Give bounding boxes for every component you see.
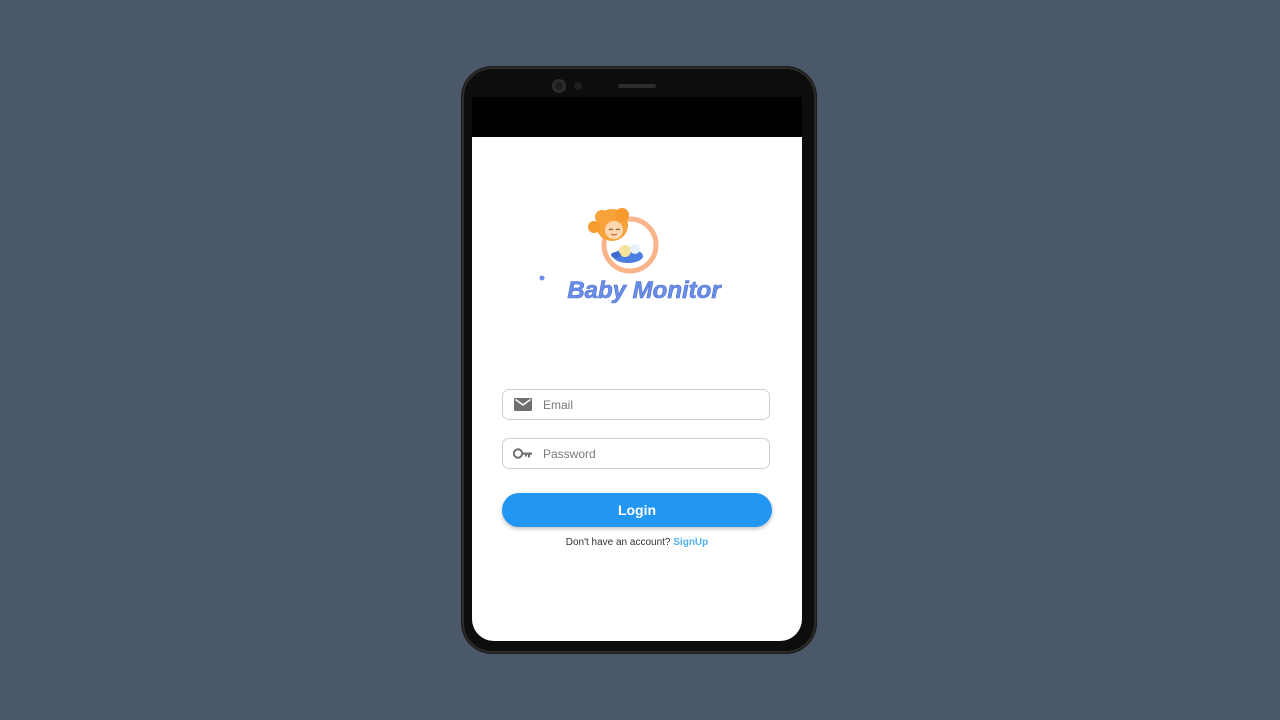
status-bar — [472, 97, 802, 137]
signup-prompt-text: Don't have an account? — [565, 537, 671, 548]
email-field[interactable] — [502, 389, 770, 420]
front-camera — [552, 79, 566, 93]
key-icon — [503, 448, 543, 459]
app-screen: Baby Monitor Email Login Don't have an a… — [472, 97, 802, 641]
signup-link[interactable]: SignUp — [673, 537, 708, 548]
password-field[interactable] — [502, 438, 770, 469]
signup-prompt-line: Don't have an account? SignUp — [472, 537, 802, 548]
proximity-sensor — [574, 82, 582, 90]
phone-frame: Baby Monitor Email Login Don't have an a… — [462, 67, 816, 653]
earpiece-speaker — [618, 84, 656, 88]
mail-icon — [503, 398, 543, 411]
login-button[interactable]: Login — [502, 493, 772, 527]
baby-monitor-logo: Baby Monitor — [539, 208, 723, 304]
email-input[interactable] — [543, 397, 753, 412]
password-input[interactable] — [543, 446, 753, 461]
logo-text: Baby Monitor — [567, 277, 722, 304]
